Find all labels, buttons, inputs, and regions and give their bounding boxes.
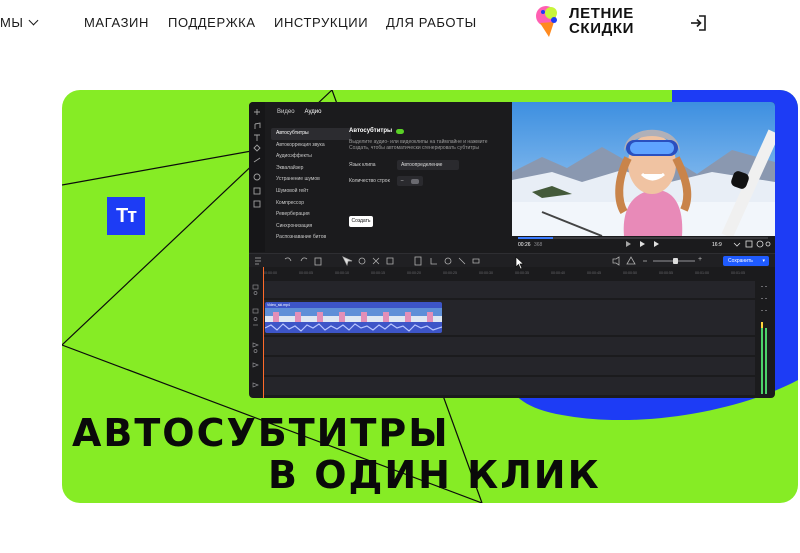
nav-link-instructions[interactable]: ИНСТРУКЦИИ	[274, 15, 368, 30]
ruler-tick: 00:00:20	[407, 271, 421, 275]
ruler-tick: 00:00:40	[551, 271, 565, 275]
editor-tool-rail	[249, 102, 265, 252]
playback-controls[interactable]	[624, 240, 664, 248]
lines-stepper[interactable]: –	[397, 176, 423, 186]
timeline-tool-icons[interactable]	[249, 254, 509, 268]
menu-item-beat-detection[interactable]: Распознавание битов	[271, 232, 351, 244]
login-icon[interactable]	[689, 14, 707, 32]
track-audio-2[interactable]	[263, 357, 755, 376]
clip-waveform	[265, 323, 442, 332]
lines-label: Количество строк	[349, 178, 390, 184]
video-clip[interactable]: Video_ski.mp4	[265, 302, 442, 333]
top-navigation: МЫ МАГАЗИН ПОДДЕРЖКА ИНСТРУКЦИИ ДЛЯ РАБО…	[0, 0, 800, 50]
audio-tools-menu: Автосубтитры Автокоррекция звука Аудиоэф…	[271, 128, 351, 244]
language-value: Автоопределение	[401, 162, 443, 168]
ruler-tick: 00:00:55	[659, 271, 673, 275]
aspect-ratio-select[interactable]: 16:9	[712, 242, 722, 248]
mouse-cursor-icon	[515, 256, 525, 270]
promo-line-1: ЛЕТНИЕ	[569, 5, 634, 22]
menu-item-reverb[interactable]: Реверберация	[271, 209, 351, 221]
ruler-tick: 00:00:00	[263, 271, 277, 275]
menu-item-sync[interactable]: Синхронизация	[271, 221, 351, 233]
ruler-tick: 00:00:25	[443, 271, 457, 275]
tool-rail-icons[interactable]	[249, 102, 265, 252]
menu-item-audio-effects[interactable]: Аудиоэффекты	[271, 151, 351, 163]
timeline-ruler[interactable]: 00:00:00 00:00:05 00:00:10 00:00:15 00:0…	[249, 267, 775, 279]
subtitles-logo-icon: Тт	[107, 197, 145, 235]
panel-title-text: Автосубтитры	[349, 128, 393, 134]
zoom-slider[interactable]	[653, 258, 695, 264]
create-button[interactable]: Создать	[349, 216, 373, 227]
timeline-toolbar: + Сохранить ▾	[249, 253, 775, 267]
banner-headline: АВТОСУБТИТРЫ В ОДИН КЛИК	[72, 412, 601, 496]
ruler-tick: 00:00:30	[479, 271, 493, 275]
menu-item-autosubtitles[interactable]: Автосубтитры	[271, 128, 351, 140]
summer-sale-promo[interactable]: ЛЕТНИЕ СКИДКИ	[533, 4, 634, 38]
video-preview[interactable]	[512, 102, 775, 236]
clip-label: Video_ski.mp4	[267, 303, 290, 307]
track-audio-1[interactable]	[263, 337, 755, 356]
ice-cream-icon	[533, 4, 563, 38]
ruler-tick: 00:00:10	[335, 271, 349, 275]
playhead[interactable]	[263, 267, 264, 398]
track-music[interactable]	[263, 377, 755, 396]
promo-label: ЛЕТНИЕ СКИДКИ	[569, 6, 634, 36]
new-badge	[396, 128, 405, 134]
editor-tabs: Видео Аудио	[277, 109, 321, 115]
ruler-tick: 00:01:00	[695, 271, 709, 275]
panel-title: Автосубтитры	[349, 128, 509, 134]
chevron-down-icon	[28, 15, 38, 26]
autosubtitles-panel: Автосубтитры Выделите аудио- или видеокл…	[349, 128, 509, 227]
audio-level-meter	[761, 286, 767, 394]
headline-line-1: АВТОСУБТИТРЫ	[72, 411, 450, 455]
tab-audio[interactable]: Аудио	[305, 109, 322, 115]
ruler-tick: 00:00:05	[299, 271, 313, 275]
timecode-total: 368	[534, 242, 543, 248]
audio-tool-icons[interactable]	[609, 254, 649, 268]
preview-scrubber[interactable]	[518, 237, 768, 239]
ruler-tick: 00:01:05	[731, 271, 745, 275]
menu-item-auto-correction[interactable]: Автокоррекция звука	[271, 140, 351, 152]
minus-icon[interactable]: –	[401, 178, 404, 184]
timecode: 00:26	[518, 242, 531, 248]
language-label: Язык клипа	[349, 162, 376, 168]
nav-programs-label: МЫ	[0, 15, 24, 30]
timeline-tracks: Video_ski.mp4	[249, 279, 775, 398]
zoom-in-icon[interactable]: +	[698, 256, 702, 263]
ruler-tick: 00:00:50	[623, 271, 637, 275]
save-chevron-icon[interactable]: ▾	[762, 256, 765, 266]
ruler-tick: 00:00:45	[587, 271, 601, 275]
tab-video[interactable]: Видео	[277, 109, 295, 115]
menu-item-noise-gate[interactable]: Шумовой гейт	[271, 186, 351, 198]
preview-controls: 00:26 368 16:9	[512, 236, 775, 252]
menu-item-noise-removal[interactable]: Устранение шумов	[271, 174, 351, 186]
save-button[interactable]: Сохранить ▾	[723, 256, 769, 266]
ruler-tick: 00:00:35	[515, 271, 529, 275]
language-row: Язык клипа Автоопределение	[349, 160, 459, 170]
preview-settings-icons[interactable]	[732, 240, 772, 248]
track-text[interactable]	[263, 281, 755, 299]
panel-description: Выделите аудио- или видеоклипы на таймла…	[349, 139, 488, 151]
ruler-tick: 00:00:15	[371, 271, 385, 275]
clip-thumbnails	[265, 308, 442, 322]
promo-line-2: СКИДКИ	[569, 20, 634, 37]
hero-banner[interactable]: Тт Видео Аудио Автосубтитры Автокоррекци…	[62, 90, 798, 503]
video-editor-window: Видео Аудио Автосубтитры Автокоррекция з…	[249, 102, 775, 398]
nav-link-business[interactable]: ДЛЯ РАБОТЫ	[386, 15, 477, 30]
track-header-icons[interactable]	[249, 279, 263, 398]
menu-item-compressor[interactable]: Компрессор	[271, 198, 351, 210]
nav-menu-programs[interactable]: МЫ	[0, 15, 38, 30]
nav-link-shop[interactable]: МАГАЗИН	[84, 15, 149, 30]
save-label: Сохранить	[728, 258, 753, 264]
nav-link-support[interactable]: ПОДДЕРЖКА	[168, 15, 256, 30]
toggle-icon[interactable]	[411, 178, 420, 184]
headline-line-2: В ОДИН КЛИК	[268, 453, 601, 497]
language-select[interactable]: Автоопределение	[397, 160, 459, 170]
lines-row: Количество строк –	[349, 176, 423, 186]
menu-item-equalizer[interactable]: Эквалайзер	[271, 163, 351, 175]
